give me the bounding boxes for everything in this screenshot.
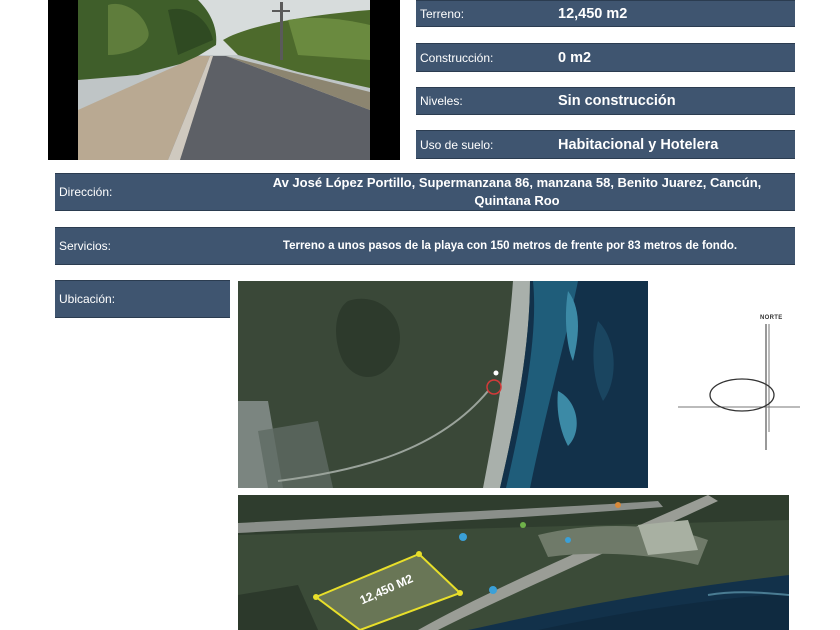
north-compass-graphic <box>678 324 800 450</box>
north-label: NORTE <box>760 315 783 321</box>
direccion-label: Dirección: <box>59 185 113 199</box>
north-compass: NORTE <box>676 312 802 452</box>
street-photo-graphic <box>48 0 400 160</box>
summary-row-construccion: Construcción: 0 m2 <box>416 43 795 72</box>
satellite-map-overview <box>238 281 648 488</box>
summary-row-niveles: Niveles: Sin construcción <box>416 87 795 115</box>
summary-row-uso-de-suelo: Uso de suelo: Habitacional y Hotelera <box>416 130 795 159</box>
construccion-label: Construcción: <box>420 50 494 65</box>
niveles-label: Niveles: <box>420 94 463 108</box>
terreno-label: Terreno: <box>420 6 465 21</box>
ubicacion-label: Ubicación: <box>59 292 116 306</box>
ubicacion-row: Ubicación: <box>55 280 230 318</box>
terreno-value: 12,450 m2 <box>558 5 628 22</box>
servicios-row: Servicios: Terreno a unos pasos de la pl… <box>55 227 795 265</box>
niveles-value: Sin construcción <box>558 93 676 109</box>
uso-de-suelo-label: Uso de suelo: <box>420 137 494 152</box>
uso-de-suelo-value: Habitacional y Hotelera <box>558 136 719 153</box>
direccion-value: Av José López Portillo, Supermanzana 86,… <box>272 175 762 208</box>
servicios-label: Servicios: <box>59 239 112 253</box>
direccion-row: Dirección: Av José López Portillo, Super… <box>55 173 795 211</box>
satellite-map-overview-graphic <box>238 281 648 488</box>
summary-row-terreno: Terreno: 12,450 m2 <box>416 0 795 27</box>
servicios-value: Terreno a unos pasos de la playa con 150… <box>282 240 738 252</box>
satellite-map-lot: 12,450 M2 <box>238 495 789 630</box>
satellite-map-lot-graphic: 12,450 M2 <box>238 495 789 630</box>
street-photo <box>48 0 400 160</box>
construccion-value: 0 m2 <box>558 49 592 66</box>
